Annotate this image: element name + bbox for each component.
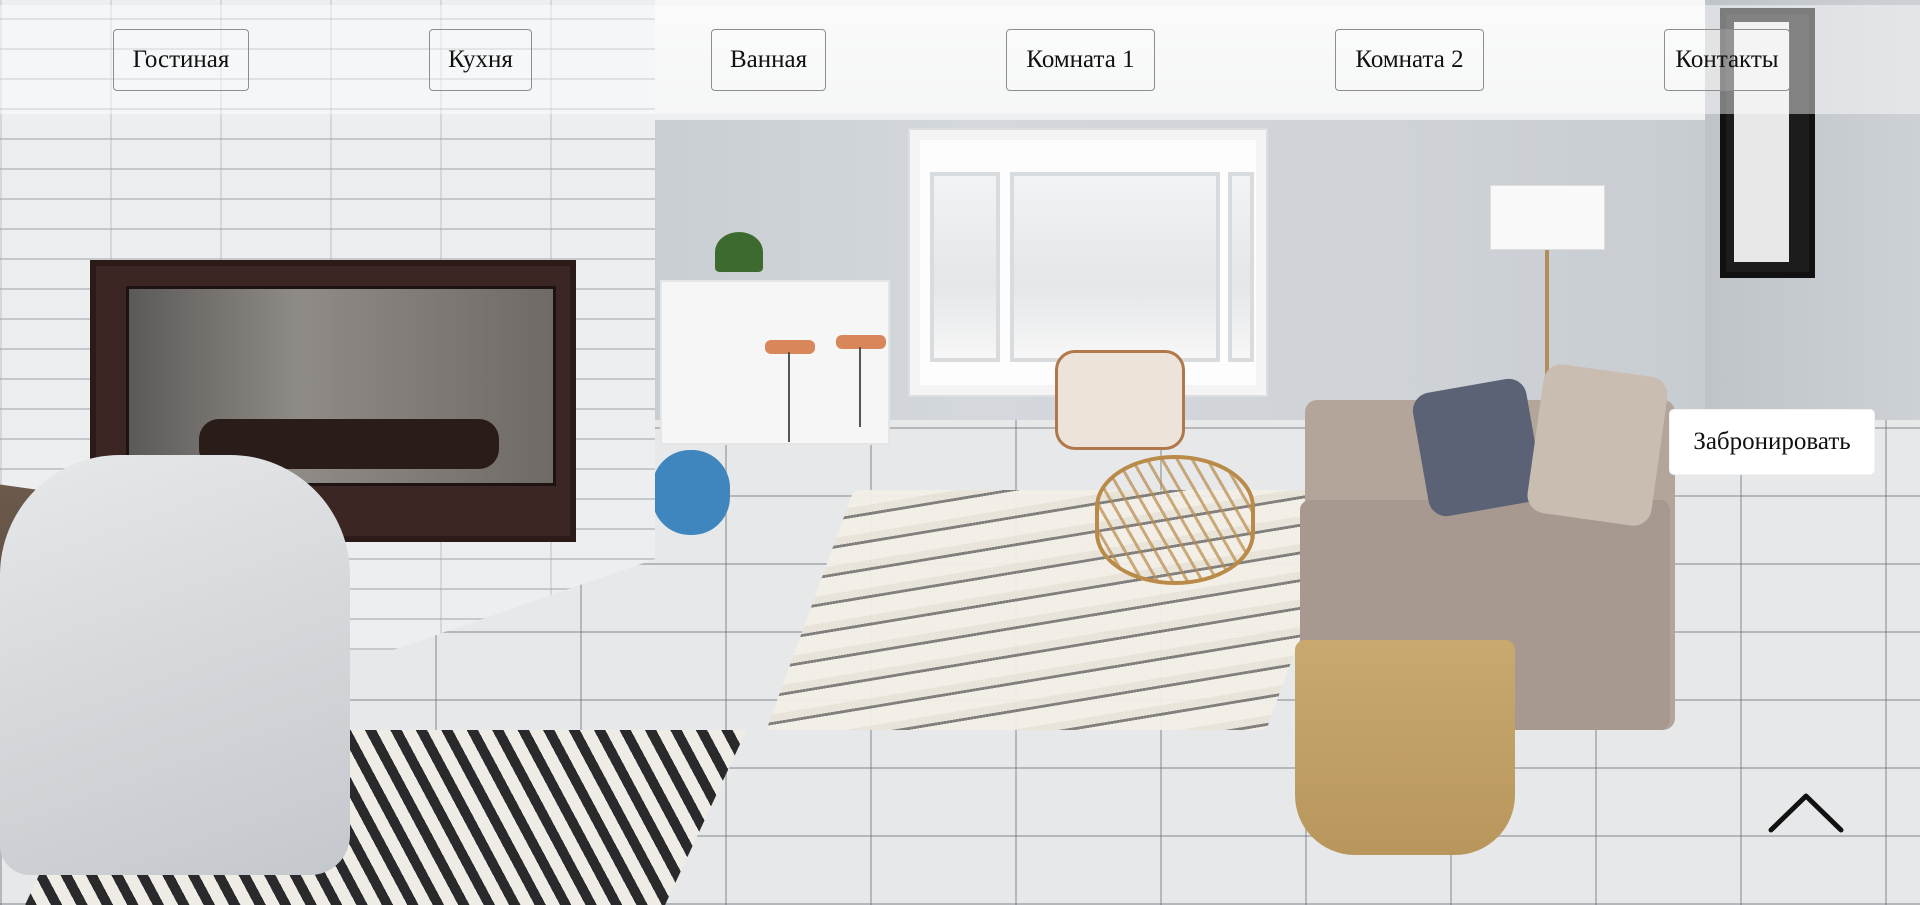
rug — [766, 490, 1354, 730]
bar-stool — [836, 335, 886, 349]
pillow — [1410, 375, 1545, 520]
side-table — [1095, 455, 1255, 585]
bar-counter — [660, 280, 890, 445]
plant — [715, 232, 763, 272]
hero-background-image — [0, 0, 1920, 905]
main-navigation: Гостиная Кухня Ванная Комната 1 Комната … — [0, 5, 1920, 114]
chair — [0, 455, 350, 875]
chevron-up-icon — [1768, 793, 1844, 833]
basket — [1295, 640, 1515, 855]
nav-item-room-1[interactable]: Комната 1 — [1006, 29, 1155, 91]
nav-item-bathroom[interactable]: Ванная — [711, 29, 826, 91]
book-button[interactable]: Забронировать — [1669, 409, 1875, 475]
nav-item-kitchen[interactable]: Кухня — [429, 29, 532, 91]
nav-item-contacts[interactable]: Контакты — [1664, 29, 1790, 91]
ottoman — [652, 450, 730, 535]
floor-lamp — [1490, 185, 1605, 250]
armchair — [1055, 350, 1185, 450]
nav-item-room-2[interactable]: Комната 2 — [1335, 29, 1484, 91]
scroll-to-top-button[interactable] — [1766, 788, 1846, 838]
nav-item-living-room[interactable]: Гостиная — [113, 29, 249, 91]
bar-stool — [765, 340, 815, 354]
pillow — [1525, 362, 1670, 528]
